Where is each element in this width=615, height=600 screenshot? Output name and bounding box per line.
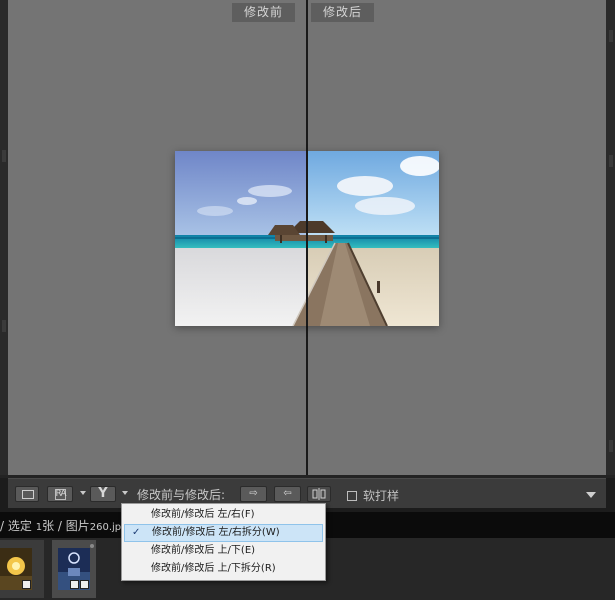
single-view-button[interactable] (15, 486, 39, 502)
status-prefix: / 选定 (0, 519, 36, 533)
copy-after-to-before-button[interactable]: ⇦ (274, 486, 301, 502)
swap-icon (312, 488, 326, 500)
stack-badge-icon (70, 580, 79, 589)
soft-proof-label: 软打样 (363, 489, 400, 503)
left-panel-edge (0, 0, 8, 475)
arrow-left-icon: ⇦ (283, 488, 292, 499)
chevron-down-icon[interactable] (80, 491, 86, 495)
menu-item-left-right[interactable]: 修改前/修改后 左/右(F) (122, 506, 325, 524)
soft-proof-checkbox[interactable] (347, 491, 357, 501)
status-unit: 张 / (42, 519, 66, 533)
menu-item-label: 修改前/修改后 左/右拆分(W) (152, 527, 280, 538)
compare-mode-button[interactable]: Y (90, 486, 116, 502)
filmstrip-thumbnail[interactable] (0, 548, 32, 590)
filmstrip-thumbnail[interactable] (58, 548, 90, 590)
edge-tick (609, 440, 613, 452)
toolbar-options-icon[interactable] (586, 492, 596, 498)
soft-proof-toggle[interactable]: 软打样 (347, 487, 399, 504)
filmstrip-cell[interactable] (0, 540, 44, 598)
menu-item-left-right-split[interactable]: ✓ 修改前/修改后 左/右拆分(W) (124, 524, 323, 542)
menu-item-label: 修改前/修改后 左/右(F) (151, 509, 255, 520)
edge-tick (2, 150, 6, 162)
check-icon: ✓ (132, 527, 141, 538)
compare-view: 修改前 修改后 (0, 0, 615, 478)
before-after-label: 修改前与修改后: (137, 488, 226, 502)
chevron-down-icon[interactable] (122, 491, 128, 495)
edge-tick (609, 30, 613, 42)
before-after-icon: RA (54, 489, 67, 500)
before-label: 修改前 (232, 3, 296, 22)
selection-status: / 选定 1张 / 图片260.jpg (0, 517, 128, 534)
copy-before-to-after-button[interactable]: ⇨ (240, 486, 267, 502)
edge-tick (609, 155, 613, 167)
arrow-right-icon: ⇨ (249, 488, 258, 499)
menu-item-top-bottom[interactable]: 修改前/修改后 上/下(E) (122, 542, 325, 560)
menu-item-label: 修改前/修改后 上/下拆分(R) (151, 563, 276, 574)
after-label: 修改后 (311, 3, 375, 22)
edge-tick (2, 320, 6, 332)
right-panel-edge (606, 0, 615, 475)
app-window: 修改前 修改后 RA Y 修改前与修改后: ⇨ ⇦ 软打样 / 选定 1张 / … (0, 0, 615, 600)
marker-icon (90, 544, 94, 548)
photo-split-line[interactable] (306, 151, 308, 326)
before-after-mode-menu: 修改前/修改后 左/右(F) ✓ 修改前/修改后 左/右拆分(W) 修改前/修改… (121, 503, 326, 581)
menu-item-label: 修改前/修改后 上/下(E) (151, 545, 256, 556)
before-after-view-button[interactable]: RA (47, 486, 73, 502)
filmstrip-cell-selected[interactable] (52, 540, 96, 598)
menu-item-top-bottom-split[interactable]: 修改前/修改后 上/下拆分(R) (122, 560, 325, 578)
edited-badge-icon (22, 580, 31, 589)
swap-before-after-button[interactable] (307, 486, 331, 502)
file-prefix: 图片 (65, 519, 90, 533)
edited-badge-icon (80, 580, 89, 589)
